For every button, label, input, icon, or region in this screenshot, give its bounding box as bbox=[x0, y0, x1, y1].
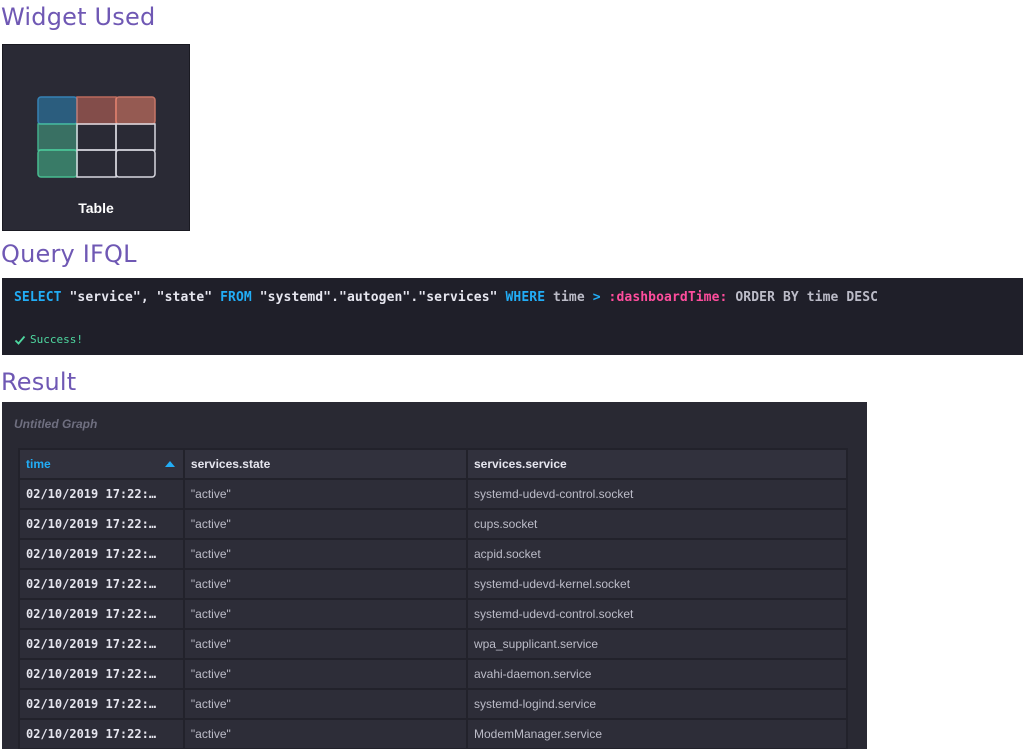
table-cell-time: 02/10/2019 17:22:… bbox=[18, 478, 185, 510]
table-header-row: time services.state services.service bbox=[18, 448, 849, 480]
table-cell-time: 02/10/2019 17:22:… bbox=[18, 508, 185, 540]
table-cell-service: acpid.socket bbox=[465, 538, 849, 570]
widget-used-heading: Widget Used bbox=[1, 3, 156, 31]
table-row: 02/10/2019 17:22:… "active" ModemManager.s… bbox=[18, 718, 849, 749]
table-cell-state: "active" bbox=[182, 658, 468, 690]
table-cell-service: cups.socket bbox=[465, 508, 849, 540]
column-header-label: time bbox=[26, 457, 51, 471]
query-text[interactable]: SELECT "service", "state" FROM "systemd"… bbox=[14, 290, 878, 305]
page: Widget Used Table Query IFQL SELECT "ser… bbox=[0, 0, 1023, 749]
query-status-text: Success! bbox=[30, 333, 83, 346]
table-cell-time: 02/10/2019 17:22:… bbox=[18, 598, 185, 630]
table-row: 02/10/2019 17:22:… "active" systemd-udevd-… bbox=[18, 598, 849, 630]
query-ifql-heading: Query IFQL bbox=[1, 240, 137, 268]
table-row: 02/10/2019 17:22:… "active" acpid.socket bbox=[18, 538, 849, 570]
query-status: Success! bbox=[14, 333, 83, 346]
column-header-time[interactable]: time bbox=[18, 448, 185, 480]
table-row: 02/10/2019 17:22:… "active" systemd-logind… bbox=[18, 688, 849, 720]
table-cell-time: 02/10/2019 17:22:… bbox=[18, 658, 185, 690]
table-cell-state: "active" bbox=[182, 538, 468, 570]
column-header-label: services.state bbox=[190, 457, 271, 471]
result-table: time services.state services.service 02/… bbox=[18, 448, 849, 749]
widget-card-table[interactable]: Table bbox=[2, 44, 190, 231]
widget-label: Table bbox=[78, 200, 114, 216]
table-cell-state: "active" bbox=[182, 568, 468, 600]
table-icon bbox=[37, 96, 156, 178]
table-cell-time: 02/10/2019 17:22:… bbox=[18, 688, 185, 720]
table-cell-service: systemd-logind.service bbox=[465, 688, 849, 720]
query-token: "systemd"."autogen"."services" bbox=[251, 290, 506, 305]
table-cell-state: "active" bbox=[182, 598, 468, 630]
query-token: SELECT bbox=[14, 290, 62, 305]
table-cell-service: systemd-udevd-control.socket bbox=[465, 598, 849, 630]
table-cell-state: "active" bbox=[182, 688, 468, 720]
table-cell-time: 02/10/2019 17:22:… bbox=[18, 718, 185, 749]
query-token: FROM bbox=[220, 290, 252, 305]
query-editor[interactable]: SELECT "service", "state" FROM "systemd"… bbox=[2, 278, 1023, 355]
query-token: time bbox=[545, 290, 593, 305]
table-row: 02/10/2019 17:22:… "active" avahi-daemon.s… bbox=[18, 658, 849, 690]
table-cell-time: 02/10/2019 17:22:… bbox=[18, 628, 185, 660]
result-graph-panel: Untitled Graph time services.state servi… bbox=[2, 402, 867, 749]
table-row: 02/10/2019 17:22:… "active" wpa_supplicant… bbox=[18, 628, 849, 660]
column-header-services-service[interactable]: services.service bbox=[465, 448, 849, 480]
table-row: 02/10/2019 17:22:… "active" systemd-udevd-… bbox=[18, 478, 849, 510]
table-cell-state: "active" bbox=[182, 478, 468, 510]
graph-title[interactable]: Untitled Graph bbox=[14, 417, 97, 431]
table-cell-time: 02/10/2019 17:22:… bbox=[18, 538, 185, 570]
table-cell-service: systemd-udevd-kernel.socket bbox=[465, 568, 849, 600]
table-cell-service: ModemManager.service bbox=[465, 718, 849, 749]
table-cell-service: wpa_supplicant.service bbox=[465, 628, 849, 660]
table-row: 02/10/2019 17:22:… "active" systemd-udevd-… bbox=[18, 568, 849, 600]
query-token: > bbox=[592, 290, 601, 305]
query-token: WHERE bbox=[505, 290, 546, 305]
query-token: ORDER BY time DESC bbox=[727, 290, 879, 305]
table-cell-state: "active" bbox=[182, 628, 468, 660]
table-cell-time: 02/10/2019 17:22:… bbox=[18, 568, 185, 600]
query-token: "service", "state" bbox=[61, 290, 221, 305]
column-header-services-state[interactable]: services.state bbox=[182, 448, 468, 480]
table-cell-service: systemd-udevd-control.socket bbox=[465, 478, 849, 510]
table-cell-state: "active" bbox=[182, 718, 468, 749]
sort-ascending-icon bbox=[164, 461, 175, 467]
table-cell-service: avahi-daemon.service bbox=[465, 658, 849, 690]
result-heading: Result bbox=[1, 368, 77, 396]
check-icon bbox=[14, 335, 26, 345]
query-token: :dashboardTime: bbox=[600, 290, 728, 305]
column-header-label: services.service bbox=[473, 457, 567, 471]
table-row: 02/10/2019 17:22:… "active" cups.socket bbox=[18, 508, 849, 540]
table-cell-state: "active" bbox=[182, 508, 468, 540]
